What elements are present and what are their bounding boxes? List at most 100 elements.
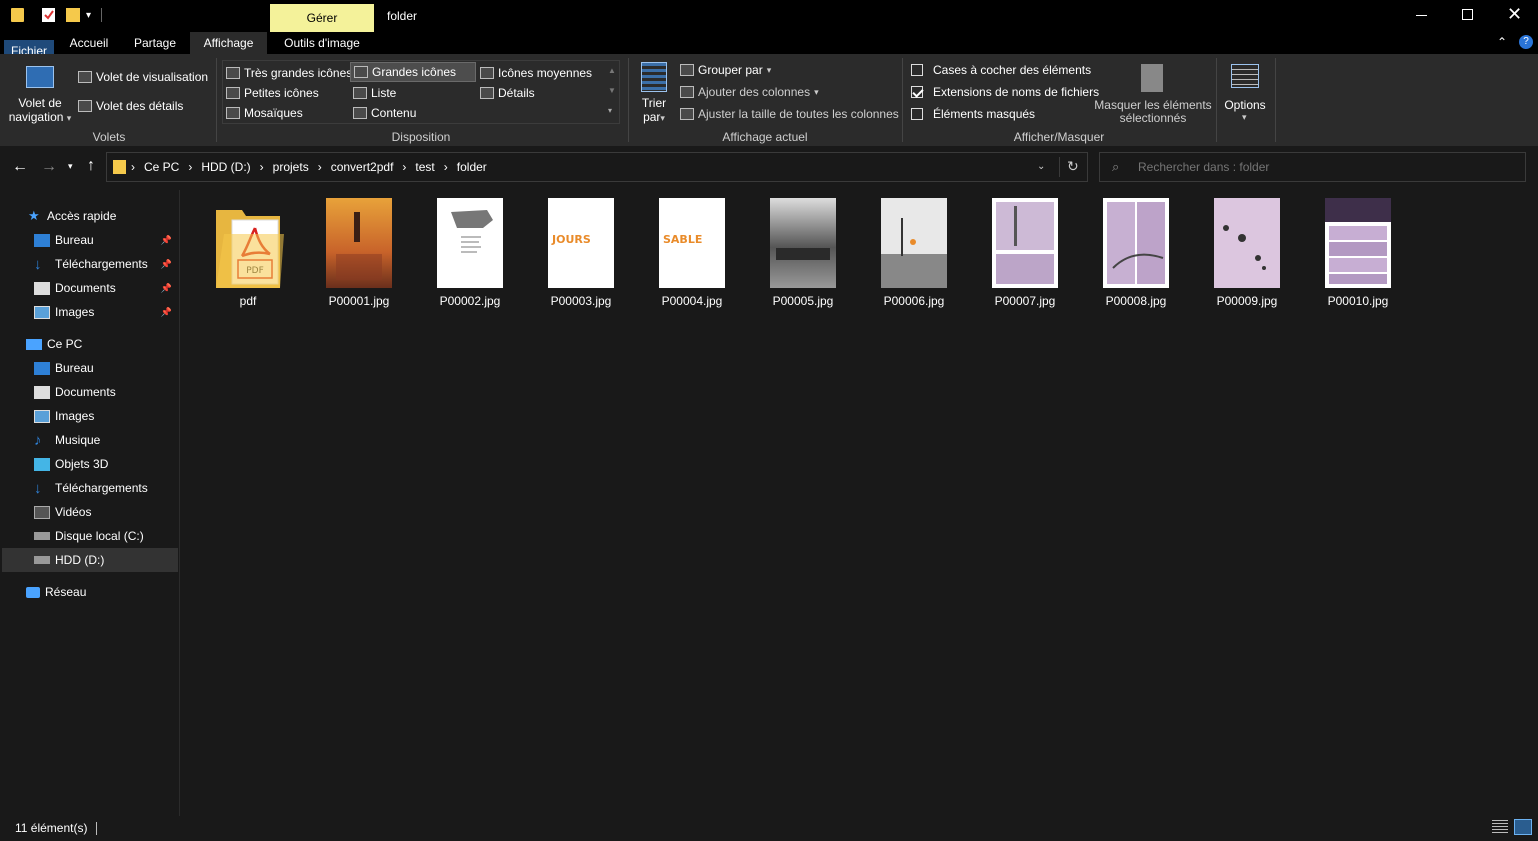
nav-item[interactable]: ↓ Téléchargements 📌 — [0, 252, 176, 276]
breadcrumb-item[interactable]: projets — [273, 160, 309, 174]
file-item[interactable]: P00002.jpg — [420, 198, 520, 310]
navigation-pane-button[interactable]: Volet de navigation ▾ — [6, 60, 74, 126]
large-icons-view-icon[interactable] — [1514, 819, 1532, 835]
status-bar: 11 élément(s) — [0, 816, 1538, 841]
layout-extra-large-icons[interactable]: Très grandes icônes — [226, 64, 352, 82]
group-by-button[interactable]: Grouper par ▾ — [680, 62, 771, 78]
nav-item[interactable]: Vidéos — [0, 500, 176, 524]
gallery-scroll-up-icon[interactable]: ▲ — [608, 66, 616, 75]
customize-toolbar-icon[interactable]: ▾ — [86, 10, 91, 21]
sort-by-button[interactable]: Trier par▾ — [636, 60, 672, 126]
breadcrumb-item[interactable]: convert2pdf — [331, 160, 394, 174]
forward-arrow-icon[interactable]: → — [41, 158, 57, 176]
document-icon — [34, 281, 50, 295]
thumb-title-jours: JOURS — [551, 233, 591, 246]
nav-item-label: Téléchargements — [55, 481, 148, 495]
nav-item[interactable]: Documents — [0, 380, 176, 404]
nav-item[interactable]: ↓ Téléchargements — [0, 476, 176, 500]
layout-tiles[interactable]: Mosaïques — [226, 104, 303, 122]
details-pane-button[interactable]: Volet des détails — [78, 99, 183, 113]
options-button[interactable]: Options ▾ — [1220, 60, 1270, 126]
nav-item-label: Images — [55, 409, 95, 423]
pin-icon[interactable]: 📌 — [161, 283, 172, 294]
refresh-icon[interactable]: ↻ — [1067, 158, 1079, 175]
recent-locations-chevron-icon[interactable]: ▾ — [68, 161, 73, 172]
breadcrumb-separator-icon[interactable]: › — [402, 160, 406, 174]
layout-list[interactable]: Liste — [353, 84, 396, 102]
address-history-chevron-icon[interactable]: ⌄ — [1037, 161, 1045, 172]
nav-item[interactable]: ♪ Musique — [0, 428, 176, 452]
search-box[interactable]: ⌕ — [1099, 152, 1526, 182]
new-folder-icon[interactable] — [66, 8, 80, 22]
properties-icon[interactable] — [41, 7, 57, 23]
file-item[interactable]: P00005.jpg — [753, 198, 853, 310]
file-extensions-checkbox[interactable] — [911, 86, 923, 98]
maximize-button[interactable] — [1462, 9, 1473, 20]
close-button[interactable]: ✕ — [1507, 4, 1522, 24]
breadcrumb-separator-icon[interactable]: › — [188, 160, 192, 174]
nav-item[interactable]: Disque local (C:) — [0, 524, 176, 548]
hide-selected-items-button[interactable]: Masquer les éléments sélectionnés — [1094, 60, 1212, 126]
up-arrow-icon[interactable]: ↑ — [87, 157, 95, 175]
file-extensions-toggle[interactable]: Extensions de noms de fichiers — [911, 84, 1099, 100]
preview-pane-button[interactable]: Volet de visualisation — [78, 70, 208, 84]
breadcrumb-separator-icon[interactable]: › — [260, 160, 264, 174]
layout-content[interactable]: Contenu — [353, 104, 416, 122]
tab-accueil[interactable]: Accueil — [60, 32, 118, 54]
hidden-items-checkbox[interactable] — [911, 108, 923, 120]
file-item[interactable]: JOURS P00003.jpg — [531, 198, 631, 310]
gallery-scroll-down-icon[interactable]: ▼ — [608, 86, 616, 95]
breadcrumb-item[interactable]: HDD (D:) — [201, 160, 250, 174]
size-all-columns-button[interactable]: Ajuster la taille de toutes les colonnes — [680, 106, 899, 122]
pin-icon[interactable]: 📌 — [161, 307, 172, 318]
collapse-ribbon-icon[interactable]: ⌃ — [1497, 35, 1507, 49]
hidden-items-toggle[interactable]: Éléments masqués — [911, 106, 1035, 122]
folder-icon — [11, 8, 24, 22]
file-item[interactable]: P00010.jpg — [1308, 198, 1408, 310]
layout-large-icons[interactable]: Grandes icônes — [350, 62, 476, 82]
nav-item[interactable]: HDD (D:) — [2, 548, 178, 572]
nav-item[interactable]: Images — [0, 404, 176, 428]
item-checkboxes-checkbox[interactable] — [911, 64, 923, 76]
nav-quick-access[interactable]: ★ Accès rapide — [0, 204, 176, 228]
file-item[interactable]: P00001.jpg — [309, 198, 409, 310]
file-item[interactable]: SABLE P00004.jpg — [642, 198, 742, 310]
nav-item[interactable]: Bureau 📌 — [0, 228, 176, 252]
tab-partage[interactable]: Partage — [125, 32, 185, 54]
tab-affichage[interactable]: Affichage — [190, 32, 267, 54]
breadcrumb-separator-icon[interactable]: › — [444, 160, 448, 174]
breadcrumb-separator-icon[interactable]: › — [318, 160, 322, 174]
nav-item[interactable]: Objets 3D — [0, 452, 176, 476]
layout-medium-icons[interactable]: Icônes moyennes — [480, 64, 592, 82]
breadcrumb-item[interactable]: test — [415, 160, 434, 174]
file-item[interactable]: P00008.jpg — [1086, 198, 1186, 310]
breadcrumb-item[interactable]: folder — [457, 160, 487, 174]
pin-icon[interactable]: 📌 — [161, 235, 172, 246]
details-view-icon[interactable] — [1492, 820, 1508, 834]
nav-this-pc[interactable]: Ce PC — [0, 332, 176, 356]
file-item[interactable]: P00007.jpg — [975, 198, 1075, 310]
breadcrumb-item[interactable]: Ce PC — [144, 160, 179, 174]
back-arrow-icon[interactable]: ← — [12, 158, 28, 176]
item-checkboxes-toggle[interactable]: Cases à cocher des éléments — [911, 62, 1091, 78]
address-bar[interactable]: › Ce PC › HDD (D:) › projets › convert2p… — [106, 152, 1088, 182]
nav-item[interactable]: Bureau — [0, 356, 176, 380]
add-columns-button[interactable]: Ajouter des colonnes ▾ — [680, 84, 819, 100]
file-name: P00009.jpg — [1216, 294, 1278, 308]
pin-icon[interactable]: 📌 — [161, 259, 172, 270]
layout-details[interactable]: Détails — [480, 84, 535, 102]
network-icon — [26, 586, 40, 598]
nav-item[interactable]: Images 📌 — [0, 300, 176, 324]
file-item[interactable]: P00006.jpg — [864, 198, 964, 310]
nav-network[interactable]: Réseau — [0, 580, 176, 604]
image-thumbnail — [437, 198, 503, 288]
search-input[interactable] — [1138, 157, 1518, 177]
help-icon[interactable]: ? — [1519, 35, 1533, 49]
gallery-expand-icon[interactable]: ▾ — [608, 106, 612, 115]
file-item[interactable]: P00009.jpg — [1197, 198, 1297, 310]
folder-item[interactable]: PDF pdf — [198, 198, 298, 310]
minimize-button[interactable] — [1414, 6, 1432, 24]
tab-outils-image[interactable]: Outils d'image — [272, 32, 372, 54]
layout-small-icons[interactable]: Petites icônes — [226, 84, 319, 102]
nav-item[interactable]: Documents 📌 — [0, 276, 176, 300]
